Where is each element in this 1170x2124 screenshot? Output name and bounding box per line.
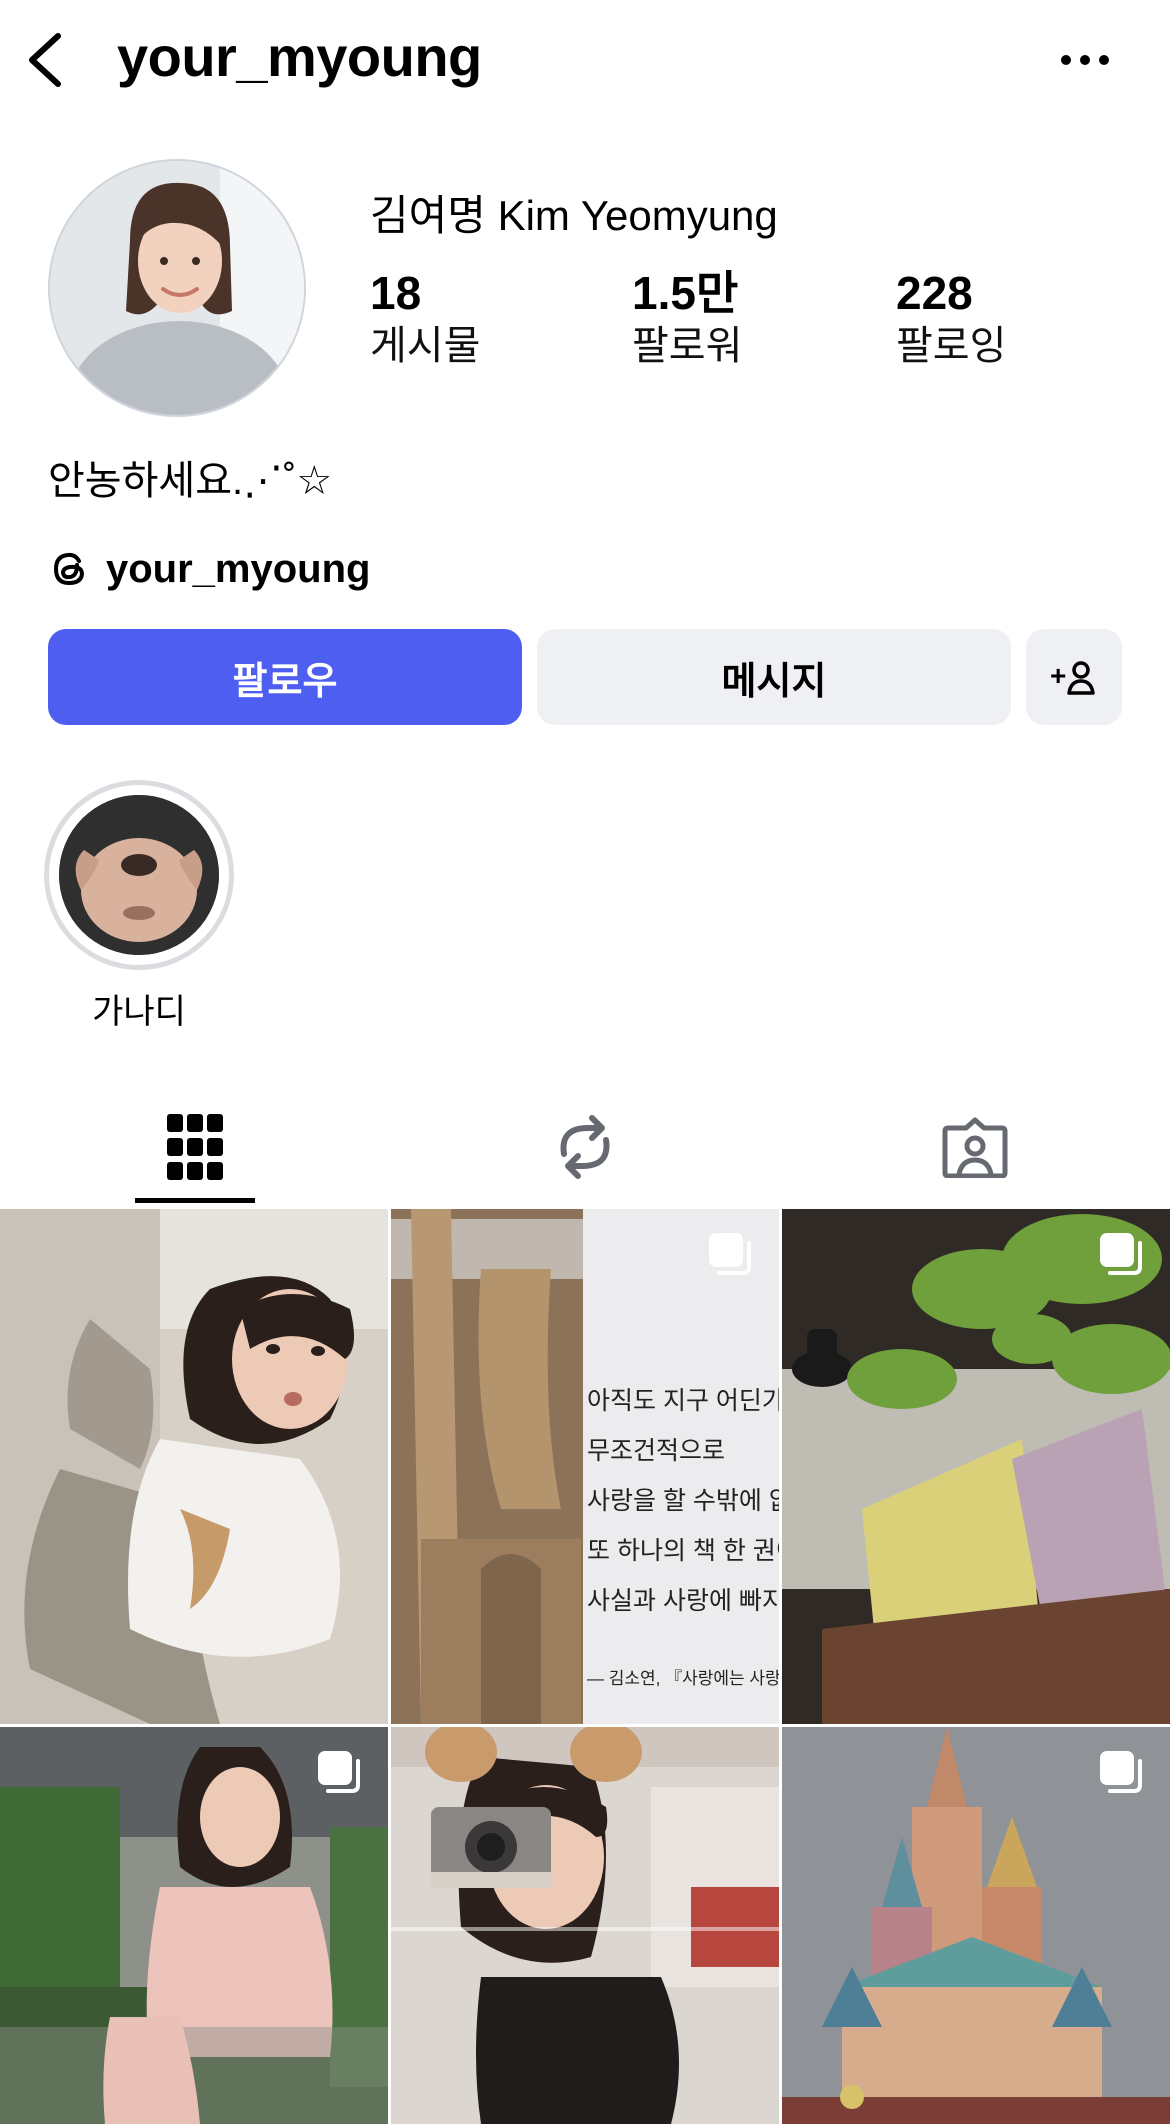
stat-following[interactable]: 228 팔로잉	[896, 266, 1006, 372]
add-user-button[interactable]: +	[1026, 629, 1122, 725]
post-image	[391, 1727, 779, 2124]
post-caption-line: 사랑을 할 수밖에 없는	[587, 1487, 779, 1515]
tab-reposts[interactable]	[525, 1090, 645, 1204]
multiple-photos-icon	[318, 1751, 360, 1793]
following-count: 228	[896, 267, 973, 319]
multiple-photos-icon	[1100, 1751, 1142, 1793]
chevron-left-icon	[29, 33, 61, 87]
tab-selected-indicator	[135, 1198, 255, 1203]
profile-tabs	[0, 1090, 1170, 1204]
tab-tagged[interactable]	[915, 1090, 1035, 1204]
message-button[interactable]: 메시지	[537, 629, 1011, 725]
avatar-photo	[50, 161, 304, 415]
following-label: 팔로잉	[896, 324, 1007, 368]
posts-label: 게시물	[370, 324, 481, 368]
post-caption-line: 아직도 지구 어딘가에	[587, 1387, 779, 1415]
follow-label: 팔로우	[232, 660, 338, 703]
top-bar: your_myoung	[0, 0, 1170, 120]
stat-followers[interactable]: 1.5만 팔로워	[632, 266, 742, 372]
threads-icon	[53, 552, 85, 586]
grid-post[interactable]	[782, 1727, 1170, 2124]
display-name: 김여명 Kim Yeomyung	[370, 192, 778, 239]
followers-count: 1.5만	[632, 267, 739, 319]
grid-post[interactable]	[391, 1727, 779, 2124]
message-label: 메시지	[721, 660, 827, 703]
highlight-image	[59, 795, 219, 955]
tab-posts-grid[interactable]	[135, 1090, 255, 1204]
more-options-button[interactable]	[1058, 40, 1112, 80]
posts-grid: 아직도 지구 어딘가에 무조건적으로 사랑을 할 수밖에 없는 또 하나의 책 …	[0, 1209, 1170, 2124]
threads-handle: your_myoung	[106, 546, 371, 591]
threads-link[interactable]: your_myoung	[48, 540, 370, 598]
story-highlight[interactable]: 가나디	[44, 780, 234, 1033]
multiple-photos-icon	[709, 1233, 751, 1275]
post-image: 아직도 지구 어딘가에 무조건적으로 사랑을 할 수밖에 없는 또 하나의 책 …	[391, 1209, 779, 1724]
grid-post[interactable]: 아직도 지구 어딘가에 무조건적으로 사랑을 할 수밖에 없는 또 하나의 책 …	[391, 1209, 779, 1724]
posts-count: 18	[370, 267, 422, 319]
reposts-icon	[560, 1115, 610, 1179]
followers-label: 팔로워	[632, 324, 743, 368]
post-caption-line: 또 하나의 책 한 권이 있다	[587, 1537, 779, 1565]
back-button[interactable]	[22, 30, 66, 90]
post-caption-line: — 김소연, 『사랑에는 사랑이 없다』	[587, 1669, 779, 1688]
profile-avatar[interactable]	[48, 159, 306, 417]
more-dots-icon	[1061, 55, 1109, 65]
follow-button[interactable]: 팔로우	[48, 629, 522, 725]
post-image	[0, 1209, 388, 1724]
page-title: your_myoung	[117, 25, 482, 88]
highlight-ring	[44, 780, 234, 970]
add-symbol: +	[1050, 660, 1066, 691]
post-caption-line: 무조건적으로	[587, 1437, 725, 1465]
highlight-label: 가나디	[92, 993, 186, 1031]
post-image	[782, 1209, 1170, 1724]
bio-text: 안농하세요.⋰˚☆	[48, 459, 333, 503]
multiple-photos-icon	[1100, 1233, 1142, 1275]
add-person-icon: +	[1050, 660, 1095, 695]
tagged-icon	[942, 1117, 1008, 1178]
stat-posts[interactable]: 18 게시물	[370, 266, 480, 372]
grid-post[interactable]	[0, 1727, 388, 2124]
grid-icon	[167, 1114, 223, 1180]
grid-post[interactable]	[782, 1209, 1170, 1724]
grid-post[interactable]	[0, 1209, 388, 1724]
post-caption-line: 사실과 사랑에 빠지게 되	[587, 1587, 779, 1615]
